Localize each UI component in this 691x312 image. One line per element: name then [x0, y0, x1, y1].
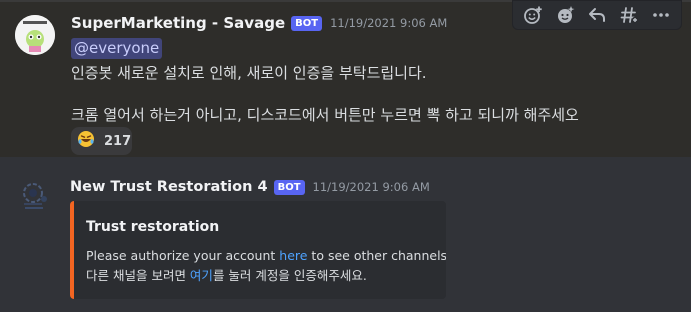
- message-header: New Trust Restoration 4 BOT 11/19/2021 9…: [70, 179, 430, 195]
- reply-icon[interactable]: [583, 2, 611, 28]
- embed-text: to see other channels.: [307, 248, 446, 263]
- message-header: SuperMarketing - Savage BOT 11/19/2021 9…: [71, 14, 447, 32]
- timestamp[interactable]: 11/19/2021 9:06 AM: [330, 16, 447, 30]
- bot-badge: BOT: [291, 15, 323, 31]
- embed-title: Trust restoration: [86, 219, 220, 235]
- avatar[interactable]: [20, 180, 50, 212]
- everyone-mention[interactable]: @everyone: [71, 38, 163, 59]
- super-reaction-icon[interactable]: [551, 2, 579, 28]
- bot-badge: BOT: [273, 179, 305, 195]
- avatar[interactable]: [15, 15, 55, 55]
- more-icon[interactable]: [647, 2, 675, 28]
- reaction-button[interactable]: 217: [71, 127, 132, 155]
- message-text-line: 크롬 열어서 하는거 아니고, 디스코드에서 버튼만 누르면 뽁 하고 되니까 …: [71, 106, 579, 124]
- rolling-on-floor-laughing-icon: [77, 130, 95, 152]
- authorize-link[interactable]: here: [279, 248, 307, 263]
- add-reaction-icon[interactable]: [519, 2, 547, 28]
- embed-description-line: Please authorize your account here to se…: [86, 248, 446, 263]
- embed-text: 다른 채널을 보려면: [86, 268, 190, 283]
- timestamp[interactable]: 11/19/2021 9:06 AM: [313, 180, 430, 194]
- create-thread-icon[interactable]: [615, 2, 643, 28]
- message-text-line: 인증봇 새로운 설치로 인해, 새로이 인증을 부탁드립니다.: [71, 64, 427, 82]
- embed-text: Please authorize your account: [86, 248, 280, 263]
- embed-accent-bar: [70, 201, 74, 299]
- reaction-count: 217: [104, 133, 132, 149]
- embed: Trust restoration Please authorize your …: [70, 201, 446, 299]
- author-name[interactable]: SuperMarketing - Savage: [71, 14, 285, 32]
- authorize-link[interactable]: 여기: [190, 268, 213, 283]
- author-name[interactable]: New Trust Restoration 4: [70, 179, 268, 195]
- message-action-toolbar: [512, 0, 682, 30]
- embed-description-line: 다른 채널을 보려면 여기를 눌러 계정을 인증해주세요.: [86, 265, 367, 284]
- embed-text: 를 눌러 계정을 인증해주세요.: [212, 268, 367, 283]
